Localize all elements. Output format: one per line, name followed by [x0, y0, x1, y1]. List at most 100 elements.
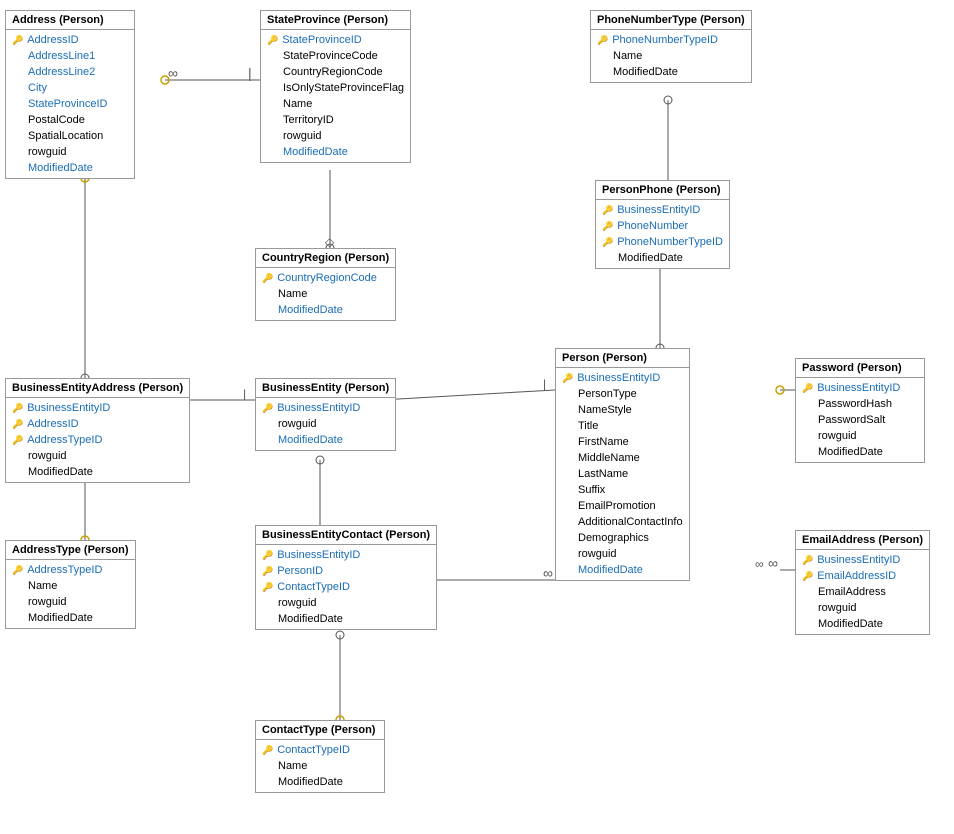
field-name: ModifiedDate: [278, 613, 343, 625]
field-name: rowguid: [578, 548, 617, 560]
svg-text:|: |: [243, 387, 246, 401]
field-name: PhoneNumberTypeID: [617, 236, 723, 248]
field-row: 🔑BusinessEntityID: [596, 202, 729, 218]
field-row: 🔑 BusinessEntityID: [556, 370, 689, 386]
field-name: ModifiedDate: [28, 466, 93, 478]
field-name: rowguid: [28, 596, 67, 608]
field-row: 🔑BusinessEntityID: [256, 400, 395, 416]
entity-businessentitycontact: BusinessEntityContact (Person)🔑BusinessE…: [255, 525, 437, 630]
field-row: Name: [256, 286, 395, 302]
field-name: Demographics: [578, 532, 649, 544]
field-name: PasswordSalt: [818, 414, 885, 426]
field-row: ModifiedDate: [6, 160, 134, 176]
field-row: IsOnlyStateProvinceFlag: [261, 80, 410, 96]
field-row: rowguid: [796, 600, 929, 616]
entity-header-businessentitycontact: BusinessEntityContact (Person): [256, 526, 436, 545]
field-name: PostalCode: [28, 114, 85, 126]
field-name: Name: [28, 580, 57, 592]
field-name: TerritoryID: [283, 114, 334, 126]
field-name: PersonType: [578, 388, 637, 400]
field-row: 🔑AddressID: [6, 32, 134, 48]
field-name: ModifiedDate: [613, 66, 678, 78]
field-row: ModifiedDate: [6, 464, 189, 480]
field-row: SpatialLocation: [6, 128, 134, 144]
entity-countryregion: CountryRegion (Person)🔑CountryRegionCode…: [255, 248, 396, 321]
key-icon: 🔑: [602, 221, 613, 232]
key-icon: 🔑: [562, 373, 573, 384]
entity-businessentity: BusinessEntity (Person)🔑BusinessEntityID…: [255, 378, 396, 451]
entity-emailaddress: EmailAddress (Person)🔑BusinessEntityID🔑E…: [795, 530, 930, 635]
field-name: BusinessEntityID: [817, 382, 900, 394]
svg-text:∞: ∞: [168, 65, 178, 81]
entity-personphone: PersonPhone (Person) 🔑BusinessEntityID 🔑 Ph…: [595, 180, 730, 269]
field-row: CountryRegionCode: [261, 64, 410, 80]
field-name: PasswordHash: [818, 398, 892, 410]
field-name: rowguid: [283, 130, 322, 142]
field-row: FirstName: [556, 434, 689, 450]
field-row: rowguid: [6, 448, 189, 464]
key-icon: 🔑: [597, 35, 608, 46]
field-row: ModifiedDate: [6, 610, 135, 626]
field-row: ModifiedDate: [596, 250, 729, 266]
entity-body-addresstype: 🔑AddressTypeIDNamerowguidModifiedDate: [6, 560, 135, 628]
entity-addresstype: AddressType (Person)🔑AddressTypeIDNamero…: [5, 540, 136, 629]
key-icon: 🔑: [262, 582, 273, 593]
field-row: 🔑ContactTypeID: [256, 579, 436, 595]
key-icon: 🔑: [12, 419, 23, 430]
field-name: ModifiedDate: [278, 434, 343, 446]
field-row: 🔑BusinessEntityID: [6, 400, 189, 416]
field-row: Suffix: [556, 482, 689, 498]
key-icon: 🔑: [262, 566, 273, 577]
field-name: ModifiedDate: [818, 618, 883, 630]
field-row: 🔑CountryRegionCode: [256, 270, 395, 286]
entity-header-emailaddress: EmailAddress (Person): [796, 531, 929, 550]
field-row: ModifiedDate: [256, 432, 395, 448]
key-icon: 🔑: [12, 35, 23, 46]
field-row: ModifiedDate: [796, 444, 924, 460]
field-name: rowguid: [278, 597, 317, 609]
key-icon: 🔑: [262, 273, 273, 284]
diagram-canvas: ∞ | ◇ ∞ | ◌ | ∞: [0, 0, 954, 834]
field-row: PasswordSalt: [796, 412, 924, 428]
field-name: ModifiedDate: [278, 776, 343, 788]
entity-body-businessentityaddress: 🔑BusinessEntityID🔑AddressID🔑AddressTypeI…: [6, 398, 189, 482]
field-name: LastName: [578, 468, 628, 480]
key-icon: 🔑: [802, 555, 813, 566]
field-name: EmailPromotion: [578, 500, 656, 512]
field-name: rowguid: [28, 146, 67, 158]
svg-text:∞: ∞: [768, 555, 778, 571]
entity-header-phonenumbertype: PhoneNumberType (Person): [591, 11, 751, 30]
entity-body-stateprovince: 🔑StateProvinceIDStateProvinceCodeCountry…: [261, 30, 410, 162]
field-row: LastName: [556, 466, 689, 482]
field-row: rowguid: [556, 546, 689, 562]
field-row: 🔑BusinessEntityID: [796, 380, 924, 396]
entity-header-address: Address (Person): [6, 11, 134, 30]
field-row: 🔑ContactTypeID: [256, 742, 384, 758]
field-row: 🔑AddressTypeID: [6, 432, 189, 448]
field-name: StateProvinceCode: [283, 50, 378, 62]
entity-header-personphone: PersonPhone (Person): [596, 181, 729, 200]
field-name: ModifiedDate: [28, 612, 93, 624]
field-row: ModifiedDate: [256, 774, 384, 790]
entity-body-businessentity: 🔑BusinessEntityIDrowguidModifiedDate: [256, 398, 395, 450]
field-name: ModifiedDate: [283, 146, 348, 158]
field-row: NameStyle: [556, 402, 689, 418]
field-name: Name: [613, 50, 642, 62]
field-name: BusinessEntityID: [577, 372, 660, 384]
field-name: AddressLine1: [28, 50, 95, 62]
field-name: rowguid: [818, 602, 857, 614]
svg-text:∞: ∞: [755, 557, 764, 571]
field-name: MiddleName: [578, 452, 640, 464]
field-row: PostalCode: [6, 112, 134, 128]
field-row: 🔑PersonID: [256, 563, 436, 579]
entity-header-contacttype: ContactType (Person): [256, 721, 384, 740]
field-name: EmailAddressID: [817, 570, 896, 582]
field-row: 🔑AddressID: [6, 416, 189, 432]
field-name: PhoneNumberTypeID: [612, 34, 718, 46]
entity-body-address: 🔑AddressIDAddressLine1AddressLine2CitySt…: [6, 30, 134, 178]
field-name: BusinessEntityID: [27, 402, 110, 414]
svg-text:|: |: [248, 65, 252, 81]
field-row: ModifiedDate: [256, 302, 395, 318]
entity-body-password: 🔑BusinessEntityID PasswordHash PasswordSal…: [796, 378, 924, 462]
field-row: Name: [261, 96, 410, 112]
